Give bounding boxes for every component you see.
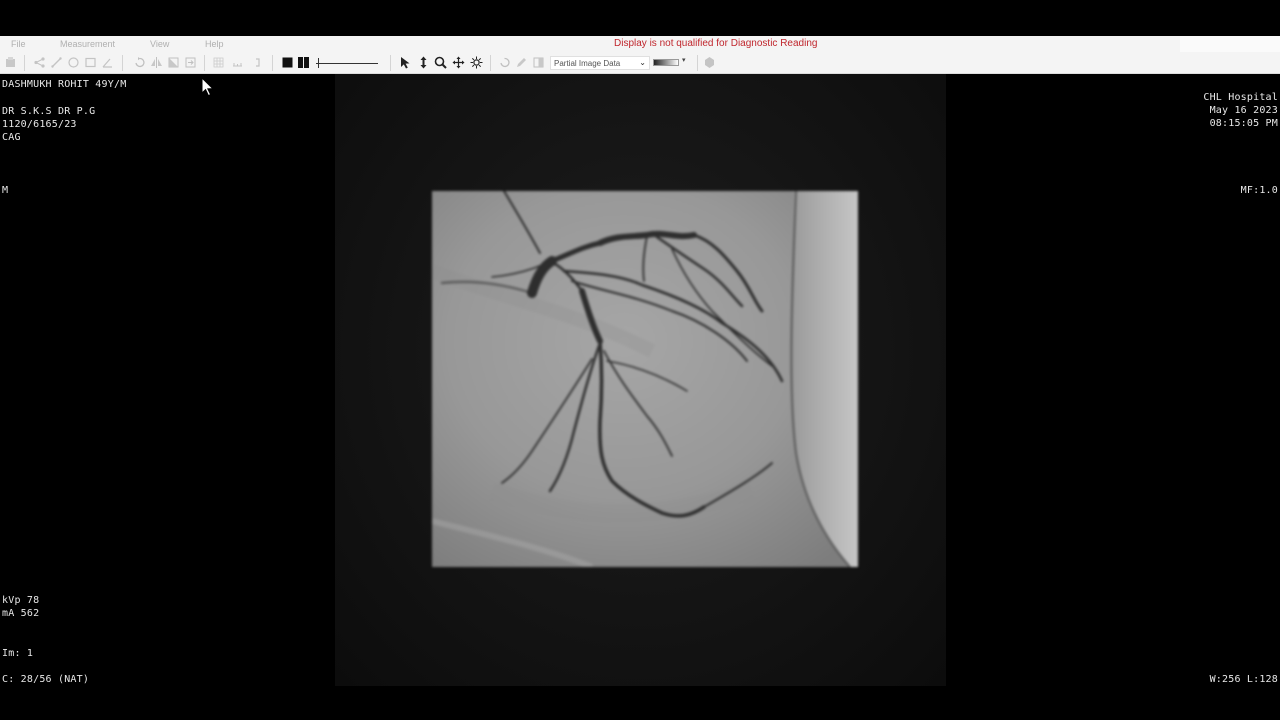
menu-help[interactable]: Help: [205, 39, 224, 49]
series-icon[interactable]: [251, 56, 264, 69]
layout-icon[interactable]: [231, 56, 244, 69]
frame-counter: C: 28/56 (NAT): [2, 674, 90, 685]
toolbar-separator: [697, 55, 698, 71]
menu-file[interactable]: File: [11, 39, 26, 49]
window-level-icon[interactable]: [470, 56, 483, 69]
image-data-select-value: Partial Image Data: [554, 59, 621, 68]
ruler-icon[interactable]: [50, 56, 63, 69]
share-icon[interactable]: [33, 56, 46, 69]
menu-view[interactable]: View: [150, 39, 169, 49]
undo-icon[interactable]: [498, 56, 511, 69]
procedure: CAG: [2, 132, 21, 143]
patient-name: DASHMUKH ROHIT 49Y/M: [2, 79, 127, 90]
hospital-name: CHL Hospital: [1203, 92, 1278, 103]
contrast-icon[interactable]: [532, 56, 545, 69]
chevron-down-icon: ▾: [682, 57, 686, 64]
ellipse-icon[interactable]: [67, 56, 80, 69]
image-viewport[interactable]: DASHMUKH ROHIT 49Y/M DR S.K.S DR P.G 112…: [0, 74, 1280, 686]
toolbar-separator: [204, 55, 205, 71]
window-level-preset[interactable]: ▾: [652, 56, 690, 70]
toolbar-separator: [272, 55, 273, 71]
window-level-readout: W:256 L:128: [1209, 674, 1278, 685]
toolbar-separator: [490, 55, 491, 71]
image-number: Im: 1: [2, 648, 34, 659]
reset-icon[interactable]: [184, 56, 197, 69]
pointer-icon[interactable]: [399, 56, 412, 69]
study-date: May 16 2023: [1209, 105, 1278, 116]
invert-icon[interactable]: [167, 56, 180, 69]
image-data-select[interactable]: Partial Image Data ⌄: [550, 56, 650, 70]
flip-icon[interactable]: [150, 56, 163, 69]
play-pause-icon[interactable]: [297, 56, 310, 69]
menu-bar: File Measurement View Help Display is no…: [0, 36, 1280, 52]
toolbar-separator: [122, 55, 123, 71]
toolbar-separator: [24, 55, 25, 71]
toolbar: Partial Image Data ⌄ ▾: [0, 52, 1280, 74]
print-icon[interactable]: [4, 56, 17, 69]
pan-icon[interactable]: [452, 56, 465, 69]
referring-doctors: DR S.K.S DR P.G: [2, 106, 96, 117]
angiogram-image[interactable]: [335, 74, 946, 686]
mouse-cursor-icon: [201, 76, 215, 97]
menu-measurement[interactable]: Measurement: [60, 39, 115, 49]
scroll-icon[interactable]: [417, 56, 430, 69]
tools-icon[interactable]: [703, 56, 716, 69]
grid-icon[interactable]: [212, 56, 225, 69]
rectangle-icon[interactable]: [84, 56, 97, 69]
orientation-marker: M: [2, 185, 9, 196]
study-id: 1120/6165/23: [2, 119, 77, 130]
top-letterbox: [0, 0, 1280, 36]
grayscale-gradient-icon: [653, 59, 679, 66]
diagnostic-warning: Display is not qualified for Diagnostic …: [614, 38, 818, 49]
kvp-value: kVp 78: [2, 595, 40, 606]
study-time: 08:15:05 PM: [1209, 118, 1278, 129]
toolbar-separator: [390, 55, 391, 71]
angle-icon[interactable]: [101, 56, 114, 69]
slider-track: [316, 63, 378, 64]
pencil-icon[interactable]: [515, 56, 528, 69]
zoom-icon[interactable]: [434, 56, 447, 69]
menu-bar-end: [1180, 36, 1280, 52]
stop-icon[interactable]: [281, 56, 294, 69]
fluoroscopy-field: [432, 191, 858, 567]
rotate-icon[interactable]: [133, 56, 146, 69]
magnification-factor: MF:1.0: [1240, 185, 1278, 196]
chevron-down-icon: ⌄: [639, 58, 646, 67]
ma-value: mA 562: [2, 608, 40, 619]
slider-thumb[interactable]: [318, 58, 319, 68]
bottom-letterbox: [0, 686, 1280, 720]
cine-speed-slider[interactable]: [316, 58, 378, 68]
